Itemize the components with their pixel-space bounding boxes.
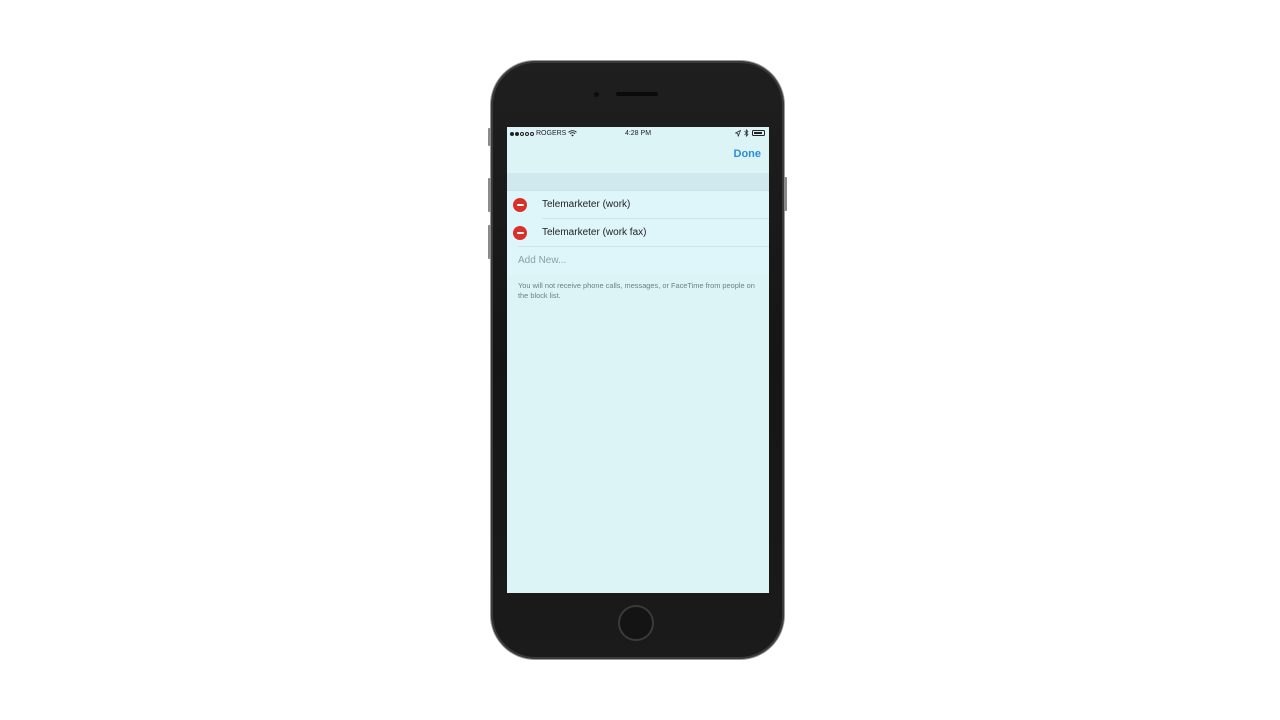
- front-camera: [594, 92, 599, 97]
- navigation-bar: Done: [507, 141, 769, 173]
- add-new-row[interactable]: Add New...: [507, 247, 769, 275]
- list-item[interactable]: Telemarketer (work): [507, 191, 769, 219]
- blocked-contact-label: Telemarketer (work): [542, 199, 631, 210]
- phone-screen: ROGERS 4:28 PM Done Telemarketer (work) …: [507, 127, 769, 593]
- location-arrow-icon: [735, 129, 741, 137]
- delete-minus-icon[interactable]: [513, 198, 527, 212]
- done-button[interactable]: Done: [734, 148, 762, 160]
- section-header-spacer: [507, 173, 769, 191]
- list-item[interactable]: Telemarketer (work fax): [507, 219, 769, 247]
- add-new-button[interactable]: Add New...: [518, 255, 566, 266]
- home-button[interactable]: [618, 605, 654, 641]
- volume-up-button: [488, 178, 491, 212]
- earpiece-speaker: [616, 92, 658, 96]
- volume-down-button: [488, 225, 491, 259]
- status-bar: ROGERS 4:28 PM: [507, 127, 769, 141]
- blocked-list: Telemarketer (work) Telemarketer (work f…: [507, 191, 769, 275]
- iphone-device: ROGERS 4:28 PM Done Telemarketer (work) …: [488, 61, 787, 659]
- status-right: [735, 129, 765, 137]
- battery-icon: [752, 130, 765, 136]
- blocked-contact-label: Telemarketer (work fax): [542, 227, 647, 238]
- block-list-footer-note: You will not receive phone calls, messag…: [518, 281, 755, 300]
- delete-minus-icon[interactable]: [513, 226, 527, 240]
- status-time: 4:28 PM: [624, 130, 652, 137]
- power-button: [784, 177, 787, 211]
- mute-switch: [488, 128, 491, 146]
- bluetooth-icon: [744, 129, 749, 137]
